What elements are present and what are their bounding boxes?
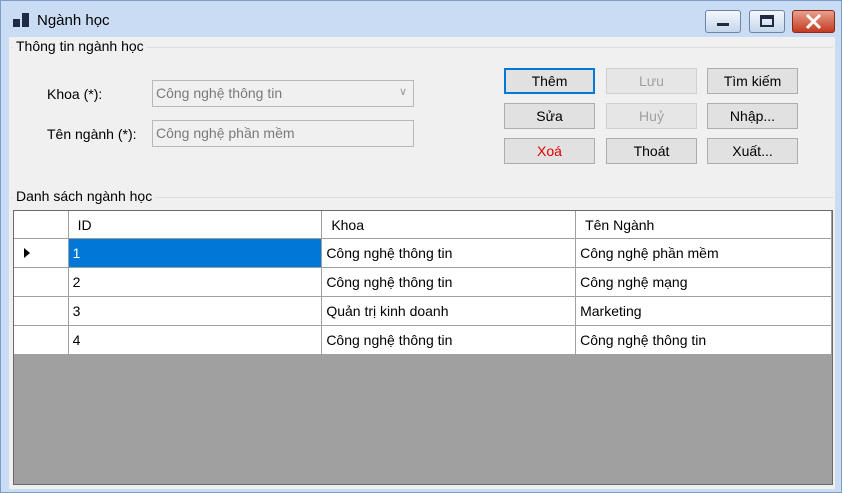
column-header-khoa[interactable]: Khoa — [321, 211, 577, 239]
thoat-button[interactable]: Thoát — [606, 138, 697, 164]
ten-nganh-label: Tên ngành (*): — [47, 126, 137, 142]
table-cell-ten-nganh[interactable]: Marketing — [575, 296, 832, 326]
row-header[interactable] — [14, 238, 69, 268]
nganh-table: ID Khoa Tên Ngành 1 Công nghệ thông tin … — [14, 211, 832, 355]
table-cell-id[interactable]: 1 — [68, 238, 323, 268]
list-group: Danh sách ngành học — [11, 188, 833, 207]
them-button[interactable]: Thêm — [504, 68, 595, 94]
khoa-combobox[interactable]: Công nghệ thông tin ∨ — [152, 80, 414, 107]
table-cell-id[interactable]: 4 — [68, 325, 323, 355]
column-header-ten-nganh[interactable]: Tên Ngành — [575, 211, 832, 239]
luu-button[interactable]: Lưu — [606, 68, 697, 94]
nganh-data-grid[interactable]: ID Khoa Tên Ngành 1 Công nghệ thông tin … — [13, 210, 833, 485]
ten-nganh-input[interactable]: Công nghệ phần mềm — [152, 120, 414, 147]
window-title: Ngành học — [37, 12, 110, 29]
chevron-down-icon[interactable]: ∨ — [399, 85, 407, 98]
tim-kiem-button[interactable]: Tìm kiếm — [707, 68, 798, 94]
current-row-arrow-icon — [24, 248, 30, 258]
sua-button[interactable]: Sửa — [504, 103, 595, 129]
app-icon — [13, 13, 29, 27]
table-row[interactable]: 3 Quản trị kinh doanh Marketing — [14, 296, 832, 326]
row-header-corner[interactable] — [14, 211, 69, 239]
column-header-id[interactable]: ID — [68, 211, 323, 239]
maximize-button[interactable] — [749, 10, 785, 33]
row-header[interactable] — [14, 296, 69, 326]
table-cell-khoa[interactable]: Công nghệ thông tin — [321, 325, 577, 355]
table-cell-khoa[interactable]: Công nghệ thông tin — [321, 267, 577, 297]
table-row[interactable]: 2 Công nghệ thông tin Công nghệ mạng — [14, 267, 832, 297]
table-cell-ten-nganh[interactable]: Công nghệ thông tin — [575, 325, 832, 355]
info-group: Thông tin ngành học Khoa (*): Công nghệ … — [11, 38, 833, 187]
table-cell-khoa[interactable]: Công nghệ thông tin — [321, 238, 577, 268]
table-cell-ten-nganh[interactable]: Công nghệ mạng — [575, 267, 832, 297]
row-header[interactable] — [14, 267, 69, 297]
table-cell-id[interactable]: 3 — [68, 296, 323, 326]
close-button[interactable] — [792, 10, 835, 33]
table-cell-id[interactable]: 2 — [68, 267, 323, 297]
xuat-button[interactable]: Xuất... — [707, 138, 798, 164]
minimize-icon — [717, 23, 729, 26]
close-icon — [805, 13, 822, 30]
ten-nganh-input-value: Công nghệ phần mềm — [156, 125, 295, 141]
nhap-button[interactable]: Nhập... — [707, 103, 798, 129]
minimize-button[interactable] — [705, 10, 741, 33]
list-group-title: Danh sách ngành học — [13, 188, 156, 204]
table-cell-khoa[interactable]: Quản trị kinh doanh — [321, 296, 577, 326]
title-bar[interactable]: Ngành học — [1, 1, 841, 37]
header-row: ID Khoa Tên Ngành — [14, 211, 832, 239]
maximize-icon — [760, 15, 774, 27]
xoa-button[interactable]: Xoá — [504, 138, 595, 164]
huy-button[interactable]: Huỷ — [606, 103, 697, 129]
khoa-combobox-value: Công nghệ thông tin — [156, 85, 283, 101]
form-client-area: Thông tin ngành học Khoa (*): Công nghệ … — [9, 37, 835, 489]
table-cell-ten-nganh[interactable]: Công nghệ phần mềm — [575, 238, 832, 268]
info-group-title: Thông tin ngành học — [13, 38, 147, 54]
table-row[interactable]: 4 Công nghệ thông tin Công nghệ thông ti… — [14, 325, 832, 355]
table-row[interactable]: 1 Công nghệ thông tin Công nghệ phần mềm — [14, 238, 832, 268]
row-header[interactable] — [14, 325, 69, 355]
khoa-label: Khoa (*): — [47, 86, 103, 102]
main-window: Ngành học Thông tin ngành học Khoa (*): … — [0, 0, 842, 493]
